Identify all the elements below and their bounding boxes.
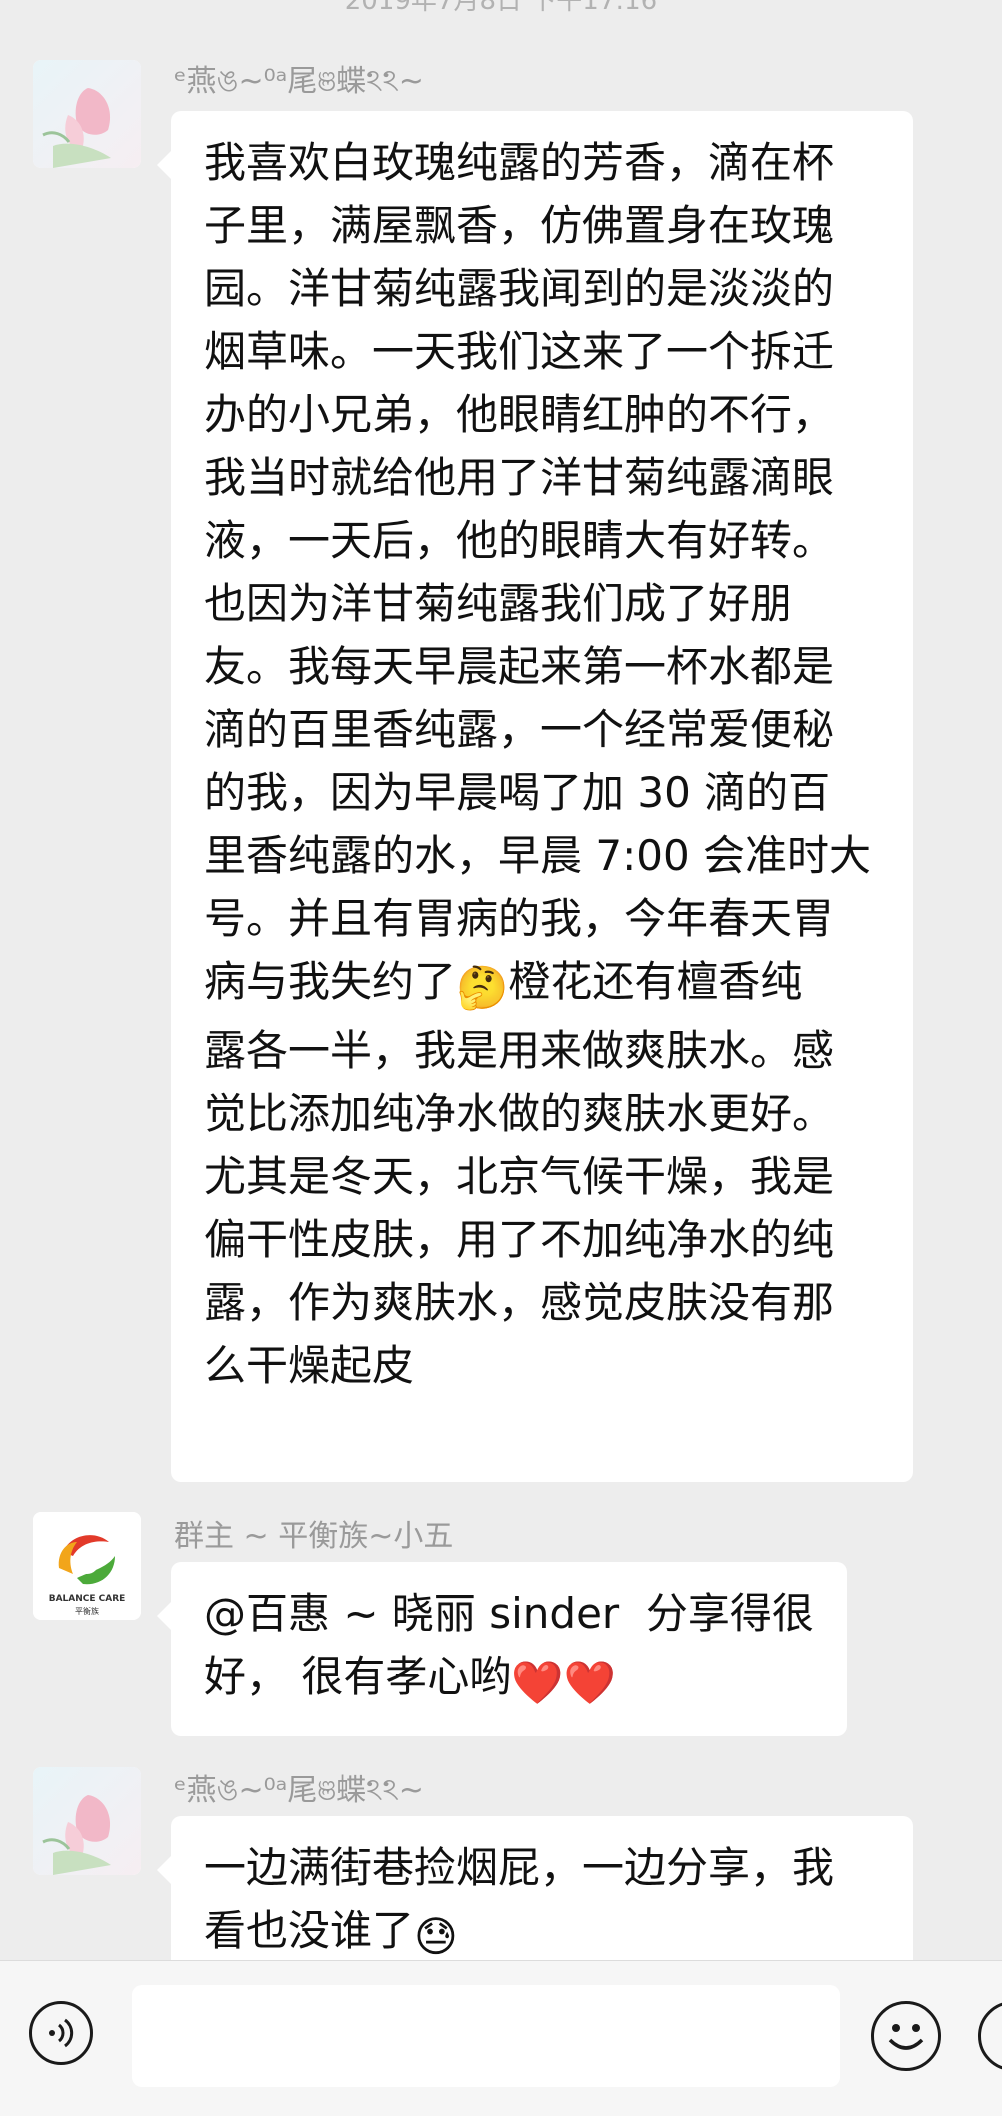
- message-bubble[interactable]: 我喜欢白玫瑰纯露的芳香，滴在杯 子里，满屋飘香，仿佛置身在玫瑰 园。洋甘菊纯露我…: [157, 111, 913, 1482]
- sender-name: 群主 ~ 平衡族~小五: [174, 1519, 454, 1554]
- message-input[interactable]: [132, 1985, 840, 2087]
- voice-icon[interactable]: [29, 2001, 93, 2065]
- sweat-face-emoji: 😓: [414, 1912, 458, 1961]
- chat-input-bar: [0, 1960, 1002, 2116]
- message-text: 一边满街巷捡烟屁，一边分享，我 看也没谁了: [204, 1843, 835, 1955]
- avatar-balance-care[interactable]: BALANCE CARE 平衡族: [33, 1512, 141, 1620]
- thinking-face-emoji: 🤔: [456, 963, 509, 1012]
- avatar-brand-subtext: 平衡族: [75, 1607, 99, 1616]
- heart-emoji: ❤️❤️: [511, 1658, 616, 1707]
- lotus-avatar-image: [33, 60, 141, 168]
- voice-wave-icon: [49, 2018, 74, 2048]
- avatar-lotus[interactable]: [33, 1767, 141, 1875]
- message-bubble[interactable]: @百惠 ~ 晓丽 sinder 分享得很 好， 很有孝心哟❤️❤️: [157, 1562, 847, 1736]
- avatar-lotus[interactable]: [33, 60, 141, 168]
- avatar-brand-text: BALANCE CARE: [48, 1594, 126, 1604]
- message-text: @百惠 ~ 晓丽 sinder 分享得很 好， 很有孝心哟: [204, 1589, 814, 1701]
- plus-icon[interactable]: [978, 2001, 1002, 2071]
- message-text-continued: 橙花还有檀香纯 露各一半，我是用来做爽肤水。感 觉比添加纯净水做的爽肤水更好。 …: [204, 957, 835, 1390]
- chat-timestamp: 2019年7月8日 下午17:16: [344, 0, 658, 16]
- sender-name: ᵉ燕ঙ~⁰ᵃ尾ଞ蝶ঽঽ~: [174, 64, 424, 99]
- sender-name: ᵉ燕ঙ~⁰ᵃ尾ଞ蝶ঽঽ~: [174, 1773, 424, 1808]
- smile-icon[interactable]: [871, 2001, 941, 2071]
- message-text: 我喜欢白玫瑰纯露的芳香，滴在杯 子里，满屋飘香，仿佛置身在玫瑰 园。洋甘菊纯露我…: [204, 138, 872, 1006]
- lotus-avatar-image: [33, 1767, 141, 1875]
- smile-face-icon: [888, 2024, 924, 2050]
